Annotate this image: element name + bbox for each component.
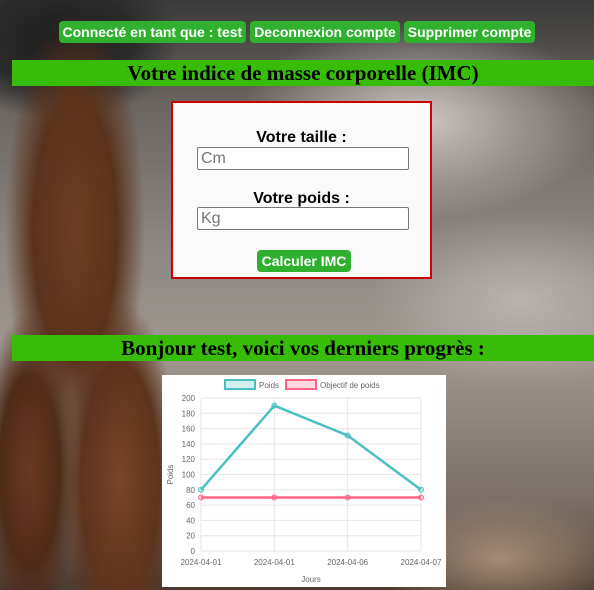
imc-title-banner: Votre indice de masse corporelle (IMC) [12, 60, 594, 86]
y-tick-label: 20 [186, 532, 195, 541]
progress-chart-svg: 0 20 40 60 80 100 120 140 160 180 200 2024-04-01 202… [166, 379, 442, 584]
account-bar: Connecté en tant que : test Deconnexion c… [0, 21, 594, 43]
imc-form: Votre taille : Votre poids : Calculer IM… [171, 101, 432, 279]
y-tick-label: 100 [182, 471, 196, 480]
y-tick-label: 140 [182, 440, 196, 449]
y-axis-title: Poids [166, 464, 175, 484]
legend-label: Poids [259, 381, 279, 390]
legend-label: Objectif de poids [320, 381, 380, 390]
data-point [418, 486, 424, 493]
y-tick-label: 180 [182, 409, 196, 418]
data-point [271, 402, 278, 409]
progress-title-banner: Bonjour test, voici vos derniers progrès… [12, 335, 594, 361]
data-point [271, 494, 278, 501]
delete-account-button[interactable]: Supprimer compte [403, 21, 536, 43]
y-tick-label: 60 [186, 501, 195, 510]
y-tick-label: 80 [186, 486, 195, 495]
legend-swatch [224, 379, 256, 390]
x-tick-label: 2024-04-01 [181, 558, 222, 567]
height-input[interactable] [197, 147, 409, 170]
y-tick-label: 0 [191, 547, 196, 556]
weight-label: Votre poids : [253, 190, 350, 207]
x-tick-label: 2024-04-06 [327, 558, 368, 567]
progress-chart: 0 20 40 60 80 100 120 140 160 180 200 2024-04-01 202… [162, 375, 446, 587]
x-axis-title: Jours [301, 575, 321, 584]
calculate-imc-button[interactable]: Calculer IMC [257, 250, 351, 272]
x-tick-label: 2024-04-07 [401, 558, 442, 567]
logged-in-user-button[interactable]: Connecté en tant que : test [58, 21, 247, 43]
x-tick-label: 2024-04-01 [254, 558, 295, 567]
data-point [344, 432, 351, 439]
y-tick-label: 160 [182, 425, 196, 434]
data-point [344, 494, 351, 501]
y-tick-label: 200 [182, 394, 196, 403]
legend-swatch [285, 379, 317, 390]
series-line [200, 404, 422, 491]
y-tick-label: 40 [186, 516, 195, 525]
weight-input[interactable] [197, 207, 409, 230]
data-point [198, 486, 204, 493]
data-point [198, 494, 204, 501]
data-point [418, 494, 424, 501]
logout-button[interactable]: Deconnexion compte [250, 21, 400, 43]
height-label: Votre taille : [256, 129, 347, 146]
y-tick-label: 120 [182, 455, 196, 464]
